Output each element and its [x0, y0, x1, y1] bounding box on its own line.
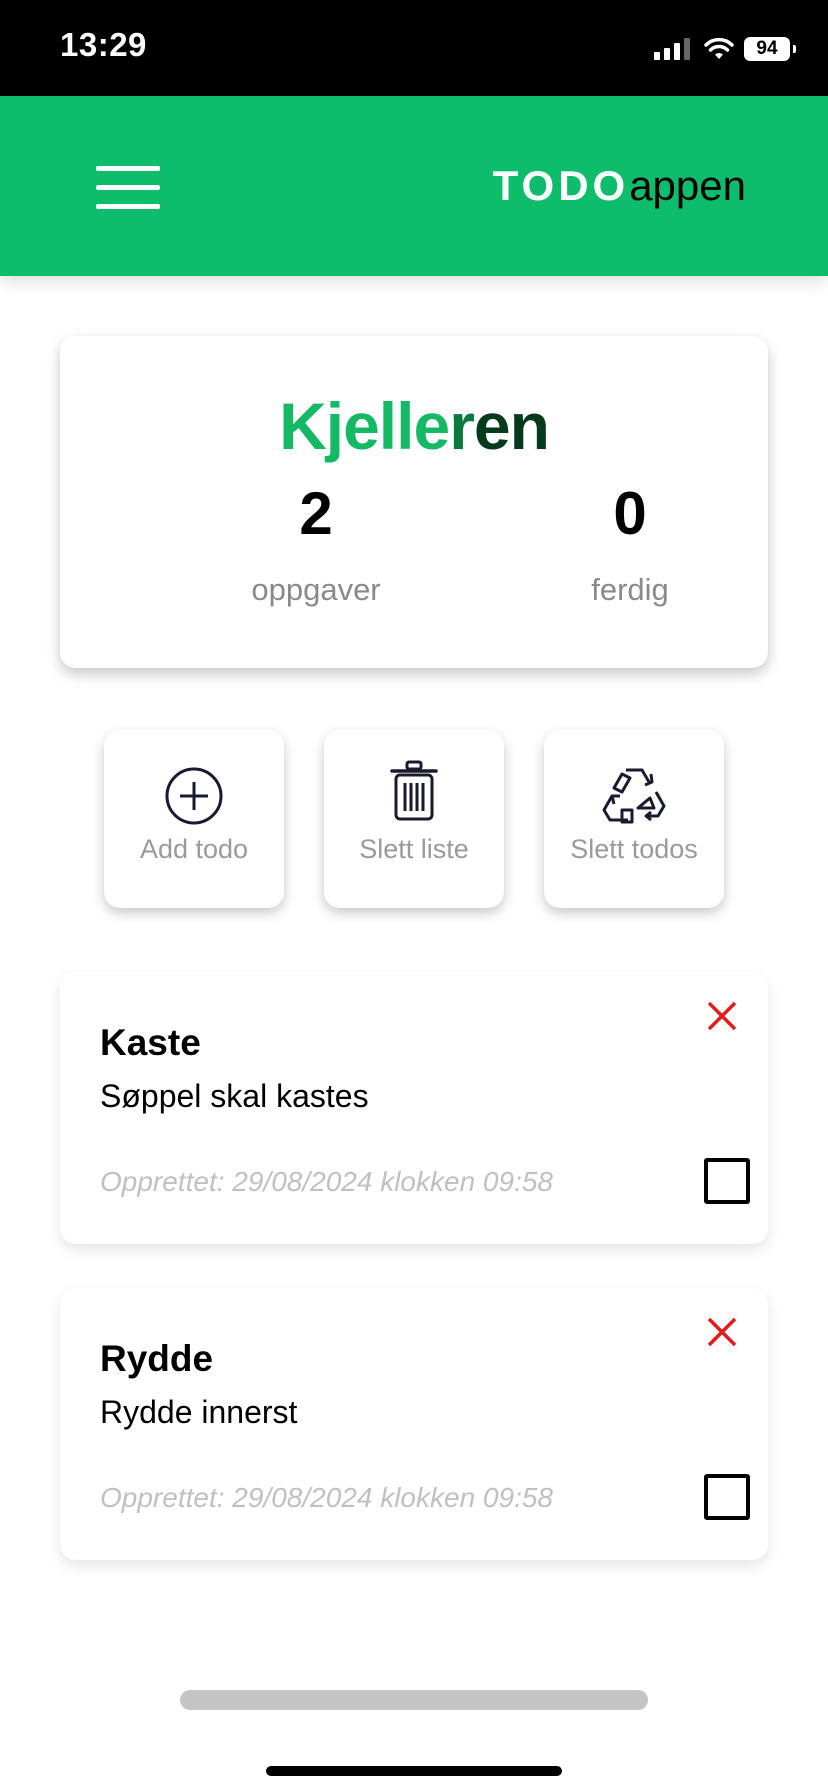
status-time: 13:29	[60, 26, 147, 63]
todo-done-checkbox[interactable]	[704, 1474, 750, 1520]
wifi-icon	[704, 37, 734, 59]
list-title: Kjelleren	[60, 388, 768, 464]
trash-icon	[390, 760, 438, 821]
plus-circle-icon	[165, 767, 223, 825]
done-label: ferdig	[591, 572, 669, 607]
home-indicator[interactable]	[266, 1766, 562, 1776]
todo-created: Opprettet: 29/08/2024 klokken 09:58	[100, 1482, 553, 1513]
tasks-stat: 2 oppgaver	[196, 484, 436, 608]
delete-todos-button[interactable]: Slett todos	[544, 730, 724, 908]
done-count: 0	[613, 480, 647, 547]
todo-title: Kaste	[100, 1022, 201, 1063]
list-title-part: en	[473, 389, 550, 463]
todo-item: Kaste Søppel skal kastes Opprettet: 29/0…	[60, 972, 768, 1244]
todo-done-checkbox[interactable]	[704, 1158, 750, 1204]
battery-icon: 94	[744, 37, 796, 61]
tasks-label: oppgaver	[251, 572, 381, 607]
brand-light: appen	[629, 162, 746, 209]
add-todo-label: Add todo	[139, 834, 249, 864]
delete-todos-label: Slett todos	[570, 834, 698, 864]
done-stat: 0 ferdig	[510, 484, 750, 608]
add-todo-button[interactable]: Add todo	[104, 730, 284, 908]
list-title-part: Kjelle	[279, 389, 450, 463]
list-title-part: r	[449, 389, 475, 463]
todo-created: Opprettet: 29/08/2024 klokken 09:58	[100, 1166, 553, 1197]
status-icons: 94	[654, 34, 796, 64]
todo-title: Rydde	[100, 1338, 214, 1379]
list-summary-card: Kjelleren 2 oppgaver 0 ferdig	[60, 336, 768, 668]
status-bar: 13:29 94	[0, 0, 828, 96]
cellular-signal-icon	[654, 38, 690, 60]
app-logo: TODOappen	[493, 162, 746, 210]
recycle-icon	[602, 768, 666, 824]
hamburger-menu-icon[interactable]	[96, 166, 160, 210]
close-icon[interactable]	[704, 998, 740, 1034]
app-header: TODOappen	[0, 96, 828, 276]
todo-description: Søppel skal kastes	[100, 1078, 369, 1114]
todo-description: Rydde innerst	[100, 1394, 298, 1430]
scrollbar[interactable]	[180, 1690, 648, 1710]
delete-list-label: Slett liste	[359, 834, 469, 864]
close-icon[interactable]	[704, 1314, 740, 1350]
tasks-count: 2	[299, 480, 333, 547]
delete-list-button[interactable]: Slett liste	[324, 730, 504, 908]
brand-bold: TODO	[492, 162, 630, 209]
todo-item: Rydde Rydde innerst Opprettet: 29/08/202…	[60, 1288, 768, 1560]
